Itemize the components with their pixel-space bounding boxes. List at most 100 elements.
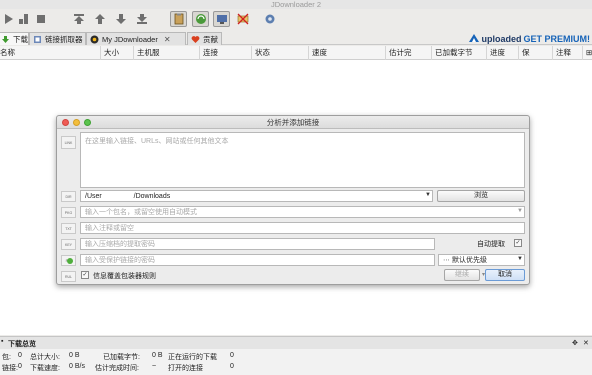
summary-title: 下载总览 bbox=[8, 341, 36, 348]
myjdownloader-icon bbox=[90, 35, 99, 44]
column-connections[interactable]: 连接 bbox=[200, 46, 252, 60]
column-host[interactable]: 主机服 bbox=[134, 46, 200, 60]
pause-icon[interactable] bbox=[17, 12, 31, 26]
stop-icon[interactable] bbox=[34, 12, 48, 26]
eta-label: 估计完成时间: bbox=[95, 365, 139, 372]
chevron-down-icon[interactable]: ▼ bbox=[425, 192, 431, 198]
column-name[interactable]: 名称 bbox=[0, 46, 101, 60]
move-down-icon[interactable] bbox=[114, 12, 128, 26]
dialog-titlebar: 分析并添加链接 bbox=[57, 116, 529, 129]
premium-disable-icon[interactable] bbox=[236, 12, 250, 26]
links-icon: LINK bbox=[61, 136, 76, 149]
close-tab-icon[interactable]: ✕ bbox=[164, 35, 171, 44]
speed-label: 下载速度: bbox=[30, 365, 60, 372]
overwrite-rules-checkbox[interactable]: ✓ bbox=[81, 271, 89, 279]
summary-panel: 包: 0 总计大小: 0 B 已加载字节: 0 B 正在运行的下载 0 链接: … bbox=[0, 349, 592, 375]
loaded-value: 0 B bbox=[152, 352, 163, 359]
tab-downloads[interactable]: 下载 bbox=[0, 32, 29, 45]
links-label: 链接: bbox=[2, 365, 18, 372]
links-input[interactable]: 在这里输入链接、URLs、网站或任何其他文本 bbox=[80, 132, 525, 188]
links-value: 0 bbox=[18, 363, 22, 370]
comment-placeholder: 输入注释或留空 bbox=[85, 225, 134, 232]
save-folder-field[interactable]: /User /Downloads bbox=[80, 190, 433, 202]
tab-myjdownloader-label: My JDownloader bbox=[102, 34, 158, 44]
column-save[interactable]: 保 bbox=[519, 46, 553, 60]
move-top-icon[interactable] bbox=[72, 12, 86, 26]
column-progress[interactable]: 进度 bbox=[487, 46, 519, 60]
links-input-placeholder: 在这里输入链接、URLs、网站或任何其他文本 bbox=[85, 138, 229, 145]
column-comment[interactable]: 注释 bbox=[553, 46, 583, 60]
play-icon[interactable] bbox=[2, 12, 16, 26]
summary-icon: ▪ bbox=[1, 338, 4, 345]
eta-value: ~ bbox=[152, 363, 157, 370]
column-size[interactable]: 大小 bbox=[101, 46, 134, 60]
move-bottom-icon[interactable] bbox=[135, 12, 149, 26]
column-speed[interactable]: 速度 bbox=[309, 46, 386, 60]
package-name-input[interactable]: 输入一个包名，或留空使用自动模式 bbox=[80, 206, 525, 218]
comment-icon: TXT bbox=[61, 223, 76, 234]
clipboard-observer-icon[interactable] bbox=[170, 11, 187, 27]
expand-icon[interactable]: ✥ bbox=[572, 339, 578, 347]
packages-label: 包: bbox=[2, 354, 11, 361]
total-size-value: 0 B bbox=[69, 352, 80, 359]
column-status[interactable]: 状态 bbox=[252, 46, 309, 60]
priority-icon: ⋯ bbox=[443, 257, 450, 264]
column-chooser-icon[interactable]: ⊞ bbox=[583, 46, 592, 60]
save-folder-suffix: /Downloads bbox=[133, 193, 171, 200]
auto-extract-label: 自动提取 bbox=[477, 241, 505, 248]
priority-value: 默认优先级 bbox=[451, 257, 487, 264]
tab-linkgrabber-label: 链接抓取器 bbox=[45, 34, 83, 44]
package-icon: PKG bbox=[61, 207, 76, 218]
overwrite-rules-icon: RUL bbox=[61, 271, 76, 282]
download-table-header: 名称 大小 主机服 连接 状态 速度 估计完 已加载字节 进度 保 注释 ⊞ bbox=[0, 46, 592, 60]
tab-bar: 下载 链接抓取器 My JDownloader ✕ 贡献 uploaded GE… bbox=[0, 31, 592, 45]
premium-banner[interactable]: uploaded GET PREMIUM! bbox=[468, 32, 590, 45]
packages-value: 0 bbox=[18, 352, 22, 359]
cancel-button[interactable]: 取消 bbox=[485, 269, 525, 281]
continue-button[interactable]: 继续 bbox=[444, 269, 480, 281]
archive-password-placeholder: 输入压缩档的提取密码 bbox=[85, 241, 155, 248]
close-panel-icon[interactable]: ✕ bbox=[583, 339, 589, 347]
status-dot-icon bbox=[67, 258, 73, 264]
settings-icon[interactable] bbox=[263, 12, 277, 26]
zoom-window-icon[interactable] bbox=[84, 119, 91, 126]
auto-update-icon[interactable] bbox=[213, 11, 230, 27]
open-connections-label: 打开的连接 bbox=[168, 365, 203, 372]
browse-button[interactable]: 浏览 bbox=[437, 190, 525, 202]
tab-contribute[interactable]: 贡献 bbox=[187, 32, 222, 45]
speed-value: 0 B/s bbox=[69, 363, 85, 370]
tab-linkgrabber[interactable]: 链接抓取器 bbox=[29, 32, 86, 45]
reconnect-icon[interactable] bbox=[192, 11, 209, 27]
window-title: JDownloader 2 bbox=[270, 0, 322, 9]
archive-password-input[interactable]: 输入压缩档的提取密码 bbox=[80, 238, 435, 250]
minimize-window-icon[interactable] bbox=[73, 119, 80, 126]
close-window-icon[interactable] bbox=[62, 119, 69, 126]
folder-icon: DIR bbox=[61, 191, 76, 202]
move-up-icon[interactable] bbox=[93, 12, 107, 26]
summary-header: ▪ 下载总览 ✥ ✕ bbox=[0, 336, 592, 349]
dialog-title: 分析并添加链接 bbox=[266, 118, 320, 127]
running-value: 0 bbox=[230, 352, 234, 359]
tab-downloads-label: 下载 bbox=[13, 34, 28, 44]
total-size-label: 总计大小: bbox=[30, 354, 60, 361]
running-label: 正在运行的下载 bbox=[168, 354, 217, 361]
tab-myjdownloader[interactable]: My JDownloader ✕ bbox=[86, 32, 186, 45]
linkgrabber-icon bbox=[33, 35, 42, 44]
priority-select[interactable]: ⋯ 默认优先级 bbox=[438, 254, 525, 266]
column-eta[interactable]: 估计完 bbox=[386, 46, 432, 60]
comment-input[interactable]: 输入注释或留空 bbox=[80, 222, 525, 234]
package-name-placeholder: 输入一个包名，或留空使用自动模式 bbox=[85, 209, 197, 216]
save-folder-prefix: /User bbox=[85, 193, 102, 200]
column-loaded-bytes[interactable]: 已加载字节 bbox=[432, 46, 487, 60]
loaded-label: 已加载字节: bbox=[103, 354, 140, 361]
download-password-placeholder: 输入受保护链接的密码 bbox=[85, 257, 155, 264]
window-titlebar: JDownloader 2 bbox=[0, 0, 592, 9]
brand-name: uploaded bbox=[481, 33, 522, 44]
uploaded-logo-icon bbox=[468, 33, 480, 45]
auto-extract-checkbox[interactable]: ✓ bbox=[514, 239, 522, 247]
chevron-down-icon[interactable]: ▼ bbox=[517, 256, 523, 262]
archive-password-icon: KEY bbox=[61, 239, 76, 250]
chevron-down-icon[interactable]: ▼ bbox=[517, 208, 523, 214]
download-arrow-icon bbox=[1, 35, 10, 44]
download-password-input[interactable]: 输入受保护链接的密码 bbox=[80, 254, 435, 266]
